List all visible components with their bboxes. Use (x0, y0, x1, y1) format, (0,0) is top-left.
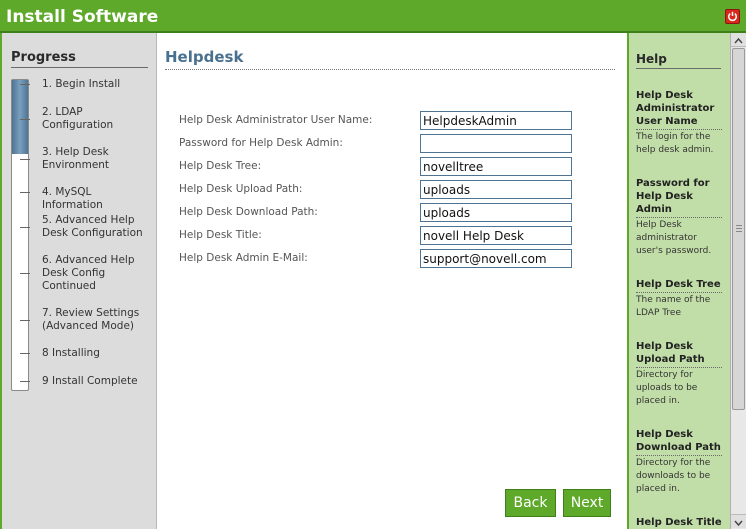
help-title: Help (636, 52, 721, 69)
progress-step: 7. Review Settings (Advanced Mode) (42, 307, 140, 332)
help-heading: Help Desk Title (636, 516, 722, 529)
progress-step: 4. MySQL Information (42, 186, 103, 211)
help-heading: Password for Help Desk Admin (636, 177, 722, 218)
help-text: Directory for uploads to be placed in. (636, 370, 698, 406)
title-label: Help Desk Title: (179, 229, 262, 241)
admin-password-input[interactable] (420, 134, 572, 153)
title-bar: Install Software (0, 0, 746, 33)
chevron-up-icon (734, 37, 743, 44)
close-button[interactable] (725, 9, 740, 24)
download-path-input[interactable] (420, 203, 572, 222)
progress-step: 6. Advanced Help Desk Config Continued (42, 254, 135, 292)
help-text: Directory for the downloads to be placed… (636, 458, 711, 494)
help-heading: Help Desk Upload Path (636, 340, 722, 368)
upload-path-input[interactable] (420, 180, 572, 199)
progress-title: Progress (11, 50, 148, 68)
progress-step: 8 Installing (42, 347, 100, 359)
progress-tick (20, 84, 30, 85)
scroll-thumb[interactable] (732, 48, 745, 410)
thumb-grip (736, 228, 742, 229)
download-path-label: Help Desk Download Path: (179, 206, 318, 218)
help-text: The name of the LDAP Tree (636, 295, 711, 318)
progress-tick (20, 159, 30, 160)
admin-username-input[interactable] (420, 111, 572, 130)
help-text: The login for the help desk admin. (636, 132, 714, 155)
upload-path-label: Help Desk Upload Path: (179, 183, 303, 195)
progress-tick (20, 320, 30, 321)
window-title: Install Software (6, 7, 159, 27)
help-heading: Help Desk Administrator User Name (636, 89, 722, 130)
progress-tick (20, 192, 30, 193)
back-button[interactable]: Back (505, 489, 556, 517)
tree-label: Help Desk Tree: (179, 160, 262, 172)
progress-step: 5. Advanced Help Desk Configuration (42, 214, 143, 239)
progress-panel: Progress 1. Begin Install 2. LDAP Config… (0, 33, 157, 529)
title-input[interactable] (420, 226, 572, 245)
next-button[interactable]: Next (563, 489, 611, 517)
progress-bar (11, 79, 29, 391)
help-scrollbar[interactable] (730, 33, 746, 529)
progress-tick (20, 119, 30, 120)
chevron-down-icon (734, 520, 743, 527)
scroll-down-button[interactable] (731, 514, 746, 528)
thumb-grip (736, 231, 742, 232)
admin-email-label: Help Desk Admin E-Mail: (179, 252, 308, 264)
help-text: Help Desk administrator user's password. (636, 220, 712, 256)
progress-tick (20, 381, 30, 382)
progress-step: 9 Install Complete (42, 375, 138, 387)
progress-tick (20, 273, 30, 274)
thumb-grip (736, 225, 742, 226)
progress-step: 3. Help Desk Environment (42, 146, 110, 171)
main-panel: Helpdesk Help Desk Administrator User Na… (157, 33, 627, 529)
help-panel: Help Help Desk Administrator User Name T… (627, 33, 730, 529)
help-heading: Help Desk Tree (636, 278, 722, 293)
progress-tick (20, 227, 30, 228)
power-icon (727, 11, 738, 22)
scroll-up-button[interactable] (731, 33, 746, 47)
help-heading: Help Desk Download Path (636, 428, 722, 456)
progress-step: 2. LDAP Configuration (42, 106, 114, 131)
progress-tick (20, 353, 30, 354)
progress-step: 1. Begin Install (42, 78, 121, 90)
tree-input[interactable] (420, 157, 572, 176)
page-title: Helpdesk (165, 48, 615, 70)
admin-email-input[interactable] (420, 249, 572, 268)
progress-bar-fill (12, 80, 28, 155)
admin-username-label: Help Desk Administrator User Name: (179, 114, 373, 126)
admin-password-label: Password for Help Desk Admin: (179, 137, 343, 149)
